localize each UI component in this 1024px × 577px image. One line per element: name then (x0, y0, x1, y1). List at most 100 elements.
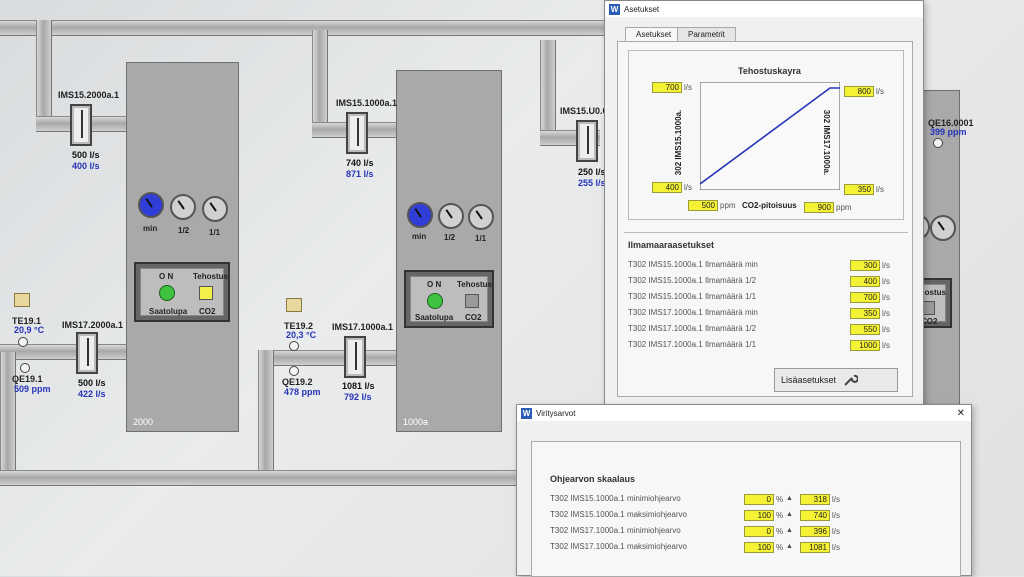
damper-flow-setpoint: 500 l/s (72, 150, 100, 160)
gauge-full-icon[interactable] (930, 215, 956, 241)
gauge-half-icon[interactable] (438, 203, 464, 229)
more-settings-button[interactable]: Lisäasetukset (774, 368, 898, 392)
y-left-min-field[interactable]: 400 (652, 182, 682, 193)
setting-row-value[interactable]: 350 (850, 308, 880, 319)
damper-icon[interactable] (344, 336, 366, 378)
sensor-point-icon (289, 341, 299, 351)
tab-parametrit[interactable]: Parametrit (677, 27, 736, 41)
sensor-point-icon (933, 138, 943, 148)
gauge-full-icon[interactable] (468, 204, 494, 230)
duct-drop-3 (540, 40, 556, 140)
gauge-full-icon[interactable] (202, 196, 228, 222)
setting-row-value[interactable]: 1000 (850, 340, 880, 351)
tuning-flow-field[interactable]: 740 (800, 510, 830, 521)
tuning-row-label: T302 IMS15.1000a.1 maksimiohjearvo (550, 510, 687, 519)
y-left-max-field[interactable]: 700 (652, 82, 682, 93)
damper-icon[interactable] (70, 104, 92, 146)
co2-lamp-icon (465, 294, 479, 308)
tuning-panel: Ohjearvon skaalaus T302 IMS15.1000a.1 mi… (531, 441, 961, 577)
damper-flow-actual: 792 l/s (344, 392, 372, 402)
setting-row-label: T302 IMS15.1000a.1 Ilmamäärä 1/1 (628, 292, 757, 301)
room-2000: 2000 (126, 62, 239, 432)
tuning-pct-field[interactable]: 0 (744, 494, 774, 505)
setting-row-label: T302 IMS17.1000a.1 Ilmamäärä min (628, 308, 758, 317)
setting-row-value[interactable]: 400 (850, 276, 880, 287)
app-logo-icon: W (609, 3, 620, 15)
damper-flow-setpoint: 500 l/s (78, 378, 106, 388)
control-panel-1000a[interactable]: O N Tehostus Saatolupa CO2 (404, 270, 494, 328)
boost-curve-chart (700, 82, 840, 190)
close-icon[interactable]: ✕ (957, 408, 965, 419)
lock-icon: ▲ (786, 543, 793, 550)
lock-icon: ▲ (786, 511, 793, 518)
boost-label: Tehostus (193, 272, 228, 281)
settings-window[interactable]: W Asetukset Asetukset Parametrit Tehostu… (604, 0, 924, 410)
tuning-flow-field[interactable]: 1081 (800, 542, 830, 553)
unit-label: ppm (836, 203, 852, 212)
boost-label: Tehostus (457, 280, 492, 289)
unit-label: l/s (684, 183, 692, 192)
tuning-flow-field[interactable]: 318 (800, 494, 830, 505)
section-title: Ohjearvon skaalaus (550, 474, 636, 484)
setting-row-label: T302 IMS17.1000a.1 Ilmamäärä 1/2 (628, 324, 757, 333)
damper-tag: IMS17.2000a.1 (62, 320, 124, 330)
tuning-window[interactable]: W Viritysarvot ✕ Ohjearvon skaalaus T302… (516, 404, 972, 577)
main-exhaust-duct (0, 470, 530, 486)
flow-unit: l/s (832, 511, 840, 520)
damper-icon[interactable] (576, 120, 598, 162)
sensor-value: 509 ppm (14, 384, 51, 394)
damper-flow-actual: 422 l/s (78, 389, 106, 399)
y-right-min-field[interactable]: 350 (844, 184, 874, 195)
gauge-label-full: 1/1 (209, 228, 221, 237)
sensor-value: 20,3 °C (286, 330, 317, 340)
damper-icon[interactable] (346, 112, 368, 154)
more-settings-label: Lisäasetukset (781, 375, 837, 385)
pct-unit: % (776, 527, 784, 536)
gauge-label-min: min (143, 224, 158, 233)
sensor-point-icon (289, 366, 299, 376)
damper-tag: IMS15.2000a.1 (58, 90, 120, 100)
sensor-point-icon (18, 337, 28, 347)
gauge-min-icon[interactable] (138, 192, 164, 218)
duct-drop-1 (36, 20, 52, 130)
tuning-pct-field[interactable]: 100 (744, 542, 774, 553)
thermometer-icon[interactable] (14, 293, 30, 307)
window-titlebar[interactable]: W Viritysarvot ✕ (517, 405, 971, 421)
setting-row-value[interactable]: 300 (850, 260, 880, 271)
sensor-tag: QE19.1 (12, 374, 43, 384)
gauge-half-icon[interactable] (170, 194, 196, 220)
setting-row-label: T302 IMS15.1000a.1 Ilmamäärä 1/2 (628, 276, 757, 285)
damper-flow-setpoint: 740 l/s (346, 158, 374, 168)
tuning-flow-field[interactable]: 396 (800, 526, 830, 537)
x-max-field[interactable]: 900 (804, 202, 834, 213)
y-right-max-field[interactable]: 800 (844, 86, 874, 97)
tuning-pct-field[interactable]: 100 (744, 510, 774, 521)
x-min-field[interactable]: 500 (688, 200, 718, 211)
sensor-value: 399 ppm (930, 127, 967, 137)
tab-asetukset[interactable]: Asetukset (625, 27, 683, 41)
exhaust-riser (258, 350, 274, 480)
thermometer-icon[interactable] (286, 298, 302, 312)
damper-icon[interactable] (76, 332, 98, 374)
tuning-pct-field[interactable]: 0 (744, 526, 774, 537)
lock-icon: ▲ (786, 527, 793, 534)
room-id-label: 1000a (403, 417, 429, 427)
gauge-label-full: 1/1 (475, 234, 487, 243)
control-panel-2000[interactable]: O N Tehostus Saatolupa CO2 (134, 262, 230, 322)
unit-label: l/s (882, 309, 890, 318)
setting-row-value[interactable]: 550 (850, 324, 880, 335)
permit-label: Saatolupa (415, 313, 454, 322)
flow-unit: l/s (832, 543, 840, 552)
gauge-min-icon[interactable] (407, 202, 433, 228)
damper-flow-actual: 400 l/s (72, 161, 100, 171)
co2-label: CO2 (465, 313, 482, 322)
setting-row-label: T302 IMS17.1000a.1 Ilmamäärä 1/1 (628, 340, 757, 349)
unit-label: ppm (720, 201, 736, 210)
tuning-row-label: T302 IMS17.1000a.1 maksimiohjearvo (550, 542, 687, 551)
damper-tag: IMS17.1000a.1 (332, 322, 394, 332)
co2-label: CO2 (199, 307, 216, 316)
window-titlebar[interactable]: W Asetukset (605, 1, 923, 17)
settings-panel: Tehostuskayra 302 IMS15.1000a. 302 IMS17… (617, 41, 913, 397)
damper-flow-actual: 255 l/s (578, 178, 606, 188)
setting-row-value[interactable]: 700 (850, 292, 880, 303)
